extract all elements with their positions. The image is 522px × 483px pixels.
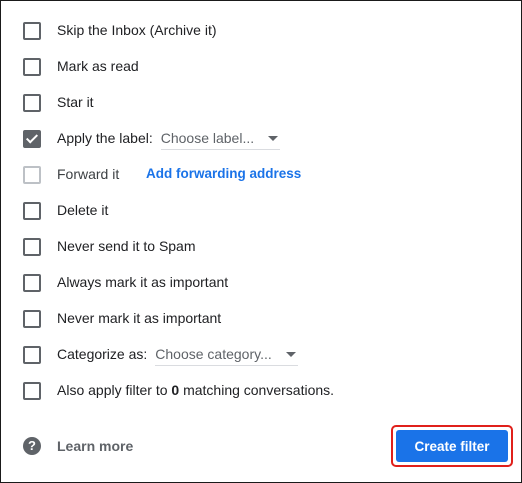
categorize-text: Categorize as:: [57, 346, 148, 362]
add-forwarding-address-link[interactable]: Add forwarding address: [146, 164, 301, 184]
option-star-it[interactable]: Star it: [1, 87, 521, 117]
mark-as-read-checkbox[interactable]: [23, 58, 41, 76]
create-filter-highlight: Create filter: [391, 425, 513, 467]
matching-count: 0: [171, 382, 180, 398]
skip-inbox-label: Skip the Inbox (Archive it): [57, 22, 217, 38]
also-apply-label: Also apply filter to 0 matching conversa…: [57, 380, 334, 400]
choose-category-value: Choose category...: [155, 346, 272, 362]
option-also-apply[interactable]: Also apply filter to 0 matching conversa…: [1, 375, 521, 405]
filter-actions-panel: Skip the Inbox (Archive it) Mark as read…: [0, 0, 522, 483]
apply-label-group: Apply the label: Choose label...: [57, 127, 281, 150]
never-important-checkbox[interactable]: [23, 310, 41, 328]
also-apply-checkbox[interactable]: [23, 382, 41, 400]
mark-as-read-label: Mark as read: [57, 58, 139, 74]
option-never-spam[interactable]: Never send it to Spam: [1, 231, 521, 261]
apply-label-text: Apply the label:: [57, 130, 153, 146]
chevron-down-icon: [285, 351, 296, 357]
option-apply-label[interactable]: Apply the label: Choose label...: [1, 123, 521, 153]
delete-it-checkbox[interactable]: [23, 202, 41, 220]
option-never-important[interactable]: Never mark it as important: [1, 303, 521, 333]
never-spam-label: Never send it to Spam: [57, 238, 196, 254]
option-delete-it[interactable]: Delete it: [1, 195, 521, 225]
never-important-label: Never mark it as important: [57, 310, 222, 326]
option-forward-it: Forward it Add forwarding address: [1, 159, 521, 189]
option-skip-inbox[interactable]: Skip the Inbox (Archive it): [1, 15, 521, 45]
never-spam-checkbox[interactable]: [23, 238, 41, 256]
star-it-label: Star it: [57, 94, 94, 110]
choose-label-value: Choose label...: [160, 130, 255, 146]
option-categorize[interactable]: Categorize as: Choose category...: [1, 339, 521, 369]
categorize-group: Categorize as: Choose category...: [57, 343, 298, 366]
choose-category-select[interactable]: Choose category...: [155, 343, 298, 366]
option-always-important[interactable]: Always mark it as important: [1, 267, 521, 297]
forward-it-checkbox[interactable]: [23, 166, 41, 184]
chevron-down-icon: [268, 135, 279, 141]
also-apply-prefix: Also apply filter to: [57, 382, 168, 398]
option-mark-as-read[interactable]: Mark as read: [1, 51, 521, 81]
categorize-checkbox[interactable]: [23, 346, 41, 364]
skip-inbox-checkbox[interactable]: [23, 22, 41, 40]
always-important-checkbox[interactable]: [23, 274, 41, 292]
forward-it-label: Forward it: [57, 166, 120, 182]
delete-it-label: Delete it: [57, 202, 109, 218]
star-it-checkbox[interactable]: [23, 94, 41, 112]
create-filter-button[interactable]: Create filter: [396, 430, 508, 462]
apply-label-checkbox[interactable]: [23, 130, 41, 148]
also-apply-suffix: matching conversations.: [183, 382, 335, 398]
learn-more-link[interactable]: Learn more: [57, 436, 133, 456]
choose-label-select[interactable]: Choose label...: [160, 127, 281, 150]
always-important-label: Always mark it as important: [57, 274, 229, 290]
help-icon[interactable]: ?: [23, 437, 41, 455]
